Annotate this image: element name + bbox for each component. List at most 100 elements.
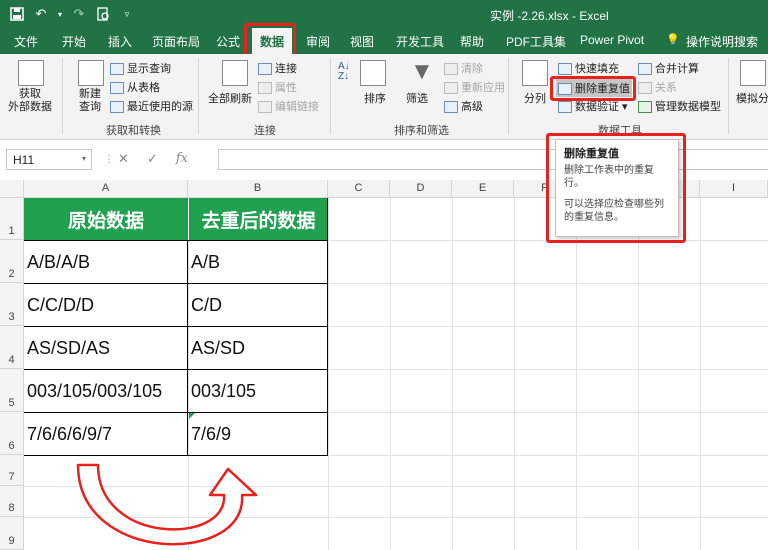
from-table-button[interactable]: 从表格	[110, 79, 160, 95]
table-icon	[110, 82, 124, 95]
consolidate-button[interactable]: 合并计算	[638, 60, 699, 76]
cell-b6[interactable]: 7/6/9	[188, 413, 328, 455]
tab-page-layout[interactable]: 页面布局	[152, 33, 200, 50]
row-header-3[interactable]: 3	[0, 283, 24, 326]
reapply-button[interactable]: 重新应用	[444, 79, 505, 95]
new-query-icon	[78, 60, 104, 86]
cell-b3[interactable]: C/D	[188, 284, 328, 326]
enter-icon[interactable]: ✓	[147, 151, 158, 167]
edit-links-button[interactable]: 编辑链接	[258, 98, 319, 114]
highlight-tooltip	[546, 133, 686, 243]
refresh-all-icon	[222, 60, 248, 86]
new-query-button[interactable]: 新建 查询	[68, 88, 112, 114]
print-preview-icon[interactable]	[94, 5, 112, 23]
tell-me-search[interactable]: 操作说明搜索	[686, 33, 758, 50]
tab-view[interactable]: 视图	[350, 33, 374, 50]
properties-icon	[258, 82, 272, 95]
clear-icon	[444, 63, 458, 76]
reapply-icon	[444, 82, 458, 95]
tab-pdf-tools[interactable]: PDF工具集	[506, 33, 566, 50]
cell-b4[interactable]: AS/SD	[188, 327, 328, 369]
data-validation-icon	[558, 101, 572, 114]
row-header-4[interactable]: 4	[0, 326, 24, 369]
ribbon: 获取 外部数据 新建 查询 显示查询 从表格 最近使用的源 获取和转换 全部刷新…	[0, 54, 768, 140]
connections-icon	[258, 63, 272, 76]
tab-review[interactable]: 审阅	[306, 33, 330, 50]
clear-button[interactable]: 清除	[444, 60, 483, 76]
undo-dropdown-icon[interactable]: ▾	[56, 5, 64, 23]
get-external-data-button[interactable]: 获取 外部数据	[6, 88, 54, 114]
name-box[interactable]: H11 ▾	[6, 149, 92, 170]
row-header-8[interactable]: 8	[0, 486, 24, 517]
title-bar: ↶ ▾ ↷ ▿ 实例 -2.26.xlsx - Excel	[0, 0, 768, 28]
header-cell-original[interactable]: 原始数据	[24, 198, 188, 240]
flash-fill-icon	[558, 63, 572, 76]
flash-fill-button[interactable]: 快速填充	[558, 60, 619, 76]
cell-a4[interactable]: AS/SD/AS	[24, 327, 188, 369]
get-external-data-icon	[18, 60, 44, 86]
tab-file[interactable]: 文件	[14, 33, 38, 50]
properties-button[interactable]: 属性	[258, 79, 297, 95]
row-header-6[interactable]: 6	[0, 412, 24, 455]
save-icon[interactable]	[8, 5, 26, 23]
column-header-e[interactable]: E	[452, 180, 514, 198]
what-if-icon	[740, 60, 766, 86]
data-model-icon	[638, 101, 652, 114]
row-header-2[interactable]: 2	[0, 240, 24, 283]
row-header-5[interactable]: 5	[0, 369, 24, 412]
cell-b2[interactable]: A/B	[188, 241, 328, 283]
column-header-c[interactable]: C	[328, 180, 390, 198]
cell-b5[interactable]: 003/105	[188, 370, 328, 412]
edit-links-icon	[258, 101, 272, 114]
column-header-b[interactable]: B	[188, 180, 328, 198]
show-queries-button[interactable]: 显示查询	[110, 60, 171, 76]
sort-icon	[360, 60, 386, 86]
advanced-filter-icon	[444, 101, 458, 114]
cancel-icon[interactable]: ✕	[118, 151, 129, 167]
table-icon	[110, 63, 124, 76]
tab-formulas[interactable]: 公式	[216, 33, 240, 50]
header-cell-deduplicated[interactable]: 去重后的数据	[188, 198, 328, 240]
undo-icon[interactable]: ↶	[32, 5, 50, 23]
insert-function-icon[interactable]: fx	[176, 151, 188, 167]
customize-qat-icon[interactable]: ▿	[118, 5, 136, 23]
advanced-button[interactable]: 高级	[444, 98, 483, 114]
relationships-button[interactable]: 关系	[638, 79, 677, 95]
error-indicator-icon	[189, 413, 195, 419]
u-turn-arrow-icon	[76, 463, 258, 546]
column-header-d[interactable]: D	[390, 180, 452, 198]
lightbulb-icon: 💡	[666, 34, 680, 46]
tab-power-pivot[interactable]: Power Pivot	[580, 33, 644, 47]
row-header-7[interactable]: 7	[0, 455, 24, 486]
cell-a3[interactable]: C/C/D/D	[24, 284, 188, 326]
recent-icon	[110, 101, 124, 114]
group-label-connections: 连接	[254, 125, 276, 137]
window-title: 实例 -2.26.xlsx - Excel	[490, 9, 609, 23]
filter-button[interactable]: 筛选	[406, 90, 428, 106]
cell-a5[interactable]: 003/105/003/105	[24, 370, 188, 412]
cell-a6[interactable]: 7/6/6/6/9/7	[24, 413, 188, 455]
sort-button[interactable]: 排序	[364, 90, 386, 106]
cell-a2[interactable]: A/B/A/B	[24, 241, 188, 283]
relationships-icon	[638, 82, 652, 95]
column-header-i[interactable]: I	[700, 180, 768, 198]
redo-icon[interactable]: ↷	[70, 5, 88, 23]
text-to-columns-button[interactable]: 分列	[524, 90, 546, 106]
formula-bar-grip-icon: ⋮	[104, 154, 114, 165]
manage-data-model-button[interactable]: 管理数据模型	[638, 98, 721, 114]
tab-developer[interactable]: 开发工具	[396, 33, 444, 50]
filter-icon: ▼	[410, 58, 434, 85]
select-all-corner[interactable]	[0, 180, 24, 198]
ribbon-tabs: 文件 开始 插入 页面布局 公式 数据 审阅 视图 开发工具 帮助 PDF工具集…	[0, 28, 768, 54]
row-header-9[interactable]: 9	[0, 517, 24, 550]
refresh-all-button[interactable]: 全部刷新	[208, 90, 252, 106]
recent-sources-button[interactable]: 最近使用的源	[110, 98, 193, 114]
sort-az-icon[interactable]: A↓ Z↓	[338, 62, 350, 82]
tab-help[interactable]: 帮助	[460, 33, 484, 50]
what-if-button[interactable]: 模拟分	[736, 90, 768, 106]
tab-insert[interactable]: 插入	[108, 33, 132, 50]
row-header-1[interactable]: 1	[0, 198, 24, 240]
connections-button[interactable]: 连接	[258, 60, 297, 76]
tab-home[interactable]: 开始	[62, 33, 86, 50]
column-header-a[interactable]: A	[24, 180, 188, 198]
